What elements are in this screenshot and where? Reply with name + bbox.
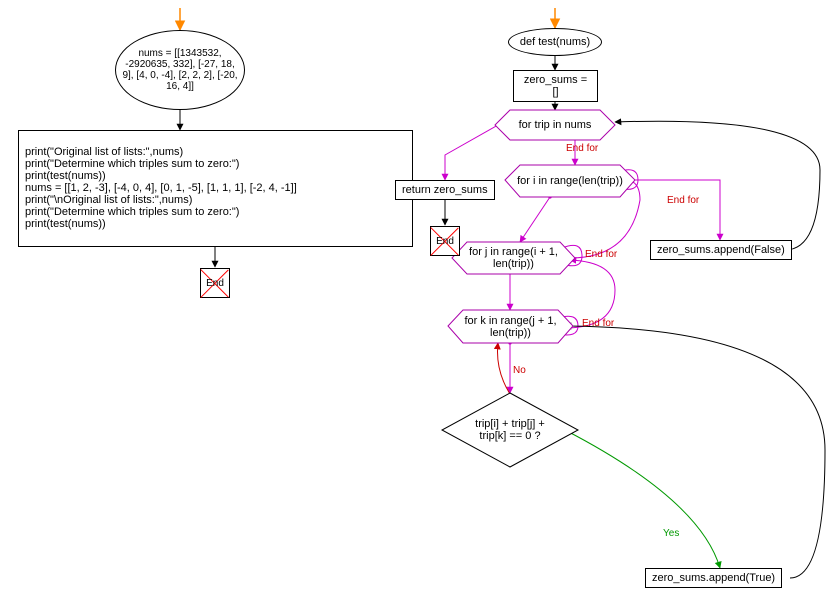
for-i-hex: for i in range(len(trip)): [505, 163, 635, 199]
for-trip-hex: for trip in nums: [495, 110, 615, 140]
def-ellipse: def test(nums): [508, 28, 602, 56]
left-end-label: End: [206, 278, 224, 289]
return-text: return zero_sums: [402, 184, 488, 196]
end-for-label-3: End for: [585, 249, 617, 260]
left-end: End: [200, 268, 230, 298]
condition-diamond: trip[i] + trip[j] + trip[k] == 0 ?: [442, 393, 578, 467]
end-for-label-1: End for: [566, 143, 598, 154]
for-i-text: for i in range(len(trip)): [517, 175, 623, 187]
yes-label: Yes: [663, 528, 679, 539]
print-block-text: print("Original list of lists:",nums) pr…: [25, 146, 297, 230]
condition-text: trip[i] + trip[j] + trip[k] == 0 ?: [465, 418, 555, 442]
append-true: zero_sums.append(True): [645, 568, 782, 588]
zero-sums-init-text: zero_sums = []: [524, 74, 587, 98]
for-k-hex: for k in range(j + 1, len(trip)): [448, 310, 573, 343]
no-label: No: [513, 365, 526, 376]
def-text: def test(nums): [520, 36, 590, 48]
nums-ellipse: nums = [[1343532, -2920635, 332], [-27, …: [115, 30, 245, 110]
print-block: print("Original list of lists:",nums) pr…: [18, 130, 413, 247]
end-for-label-4: End for: [582, 318, 614, 329]
for-trip-text: for trip in nums: [519, 119, 592, 131]
for-j-hex: for j in range(i + 1, len(trip)): [452, 242, 575, 274]
nums-text: nums = [[1343532, -2920635, 332], [-27, …: [120, 48, 240, 92]
for-k-text: for k in range(j + 1, len(trip)): [448, 315, 573, 339]
for-j-text: for j in range(i + 1, len(trip)): [452, 246, 575, 270]
append-false: zero_sums.append(False): [650, 240, 792, 260]
append-true-text: zero_sums.append(True): [652, 572, 775, 584]
append-false-text: zero_sums.append(False): [657, 244, 785, 256]
end-for-label-2: End for: [667, 195, 699, 206]
right-end-label: End: [436, 236, 454, 247]
return-stmt: return zero_sums: [395, 180, 495, 200]
zero-sums-init: zero_sums = []: [513, 70, 598, 102]
